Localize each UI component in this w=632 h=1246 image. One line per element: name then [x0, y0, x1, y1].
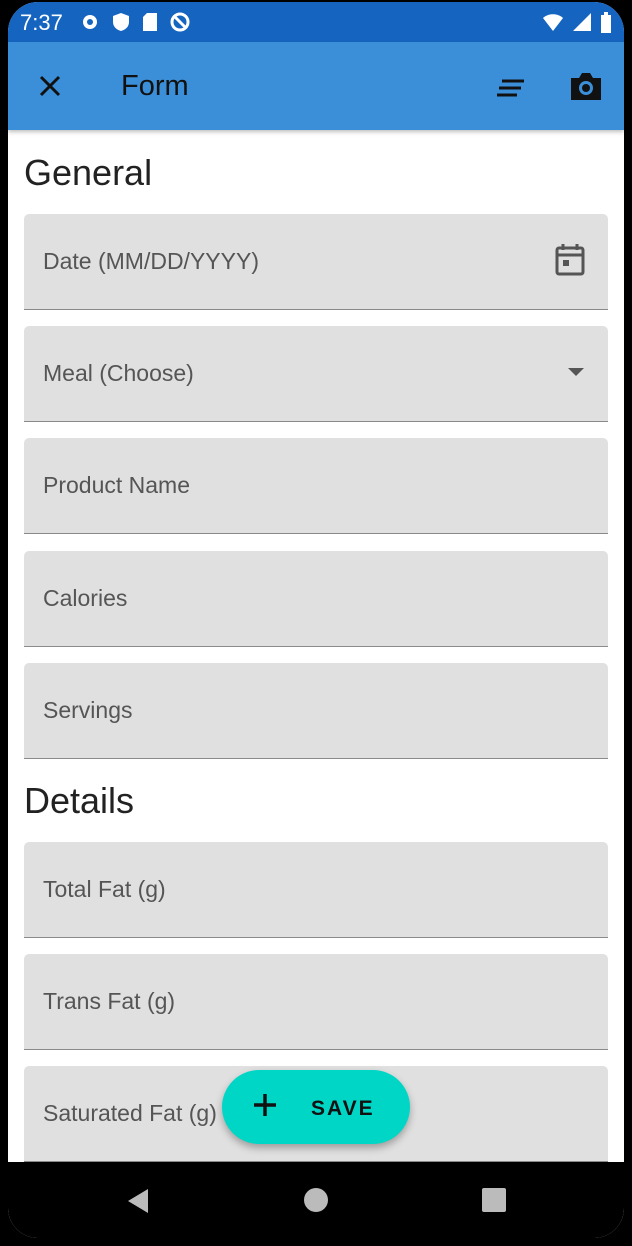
navigation-bar	[8, 1162, 624, 1238]
close-icon[interactable]	[34, 70, 66, 102]
save-button[interactable]: SAVE	[222, 1070, 410, 1144]
status-bar: 7:37	[8, 2, 624, 42]
recents-icon[interactable]	[482, 1188, 506, 1212]
shield-icon	[113, 13, 129, 31]
section-title-general: General	[24, 152, 153, 193]
calories-field[interactable]: Calories	[24, 551, 608, 647]
meal-select-label: Meal (Choose)	[43, 360, 194, 386]
form-content[interactable]: General Date (MM/DD/YYYY) Meal (Choose) …	[8, 130, 624, 1162]
servings-label: Servings	[43, 697, 133, 723]
meal-select[interactable]: Meal (Choose)	[24, 326, 608, 422]
sd-card-icon	[143, 13, 157, 31]
status-time: 7:37	[20, 10, 63, 35]
trans-fat-field[interactable]: Trans Fat (g)	[24, 954, 608, 1050]
notes-icon[interactable]	[494, 72, 526, 104]
date-field-label: Date (MM/DD/YYYY)	[43, 248, 259, 274]
save-button-label: SAVE	[311, 1097, 375, 1120]
app-bar: Form	[8, 42, 624, 130]
total-fat-field[interactable]: Total Fat (g)	[24, 842, 608, 938]
plus-icon	[254, 1094, 276, 1116]
wifi-icon	[543, 14, 563, 31]
settings-icon	[83, 15, 97, 29]
servings-field[interactable]: Servings	[24, 663, 608, 759]
do-not-disturb-icon	[170, 12, 190, 32]
product-name-label: Product Name	[43, 472, 191, 498]
product-name-field[interactable]: Product Name	[24, 438, 608, 534]
status-icons-right	[542, 12, 612, 34]
date-field[interactable]: Date (MM/DD/YYYY)	[24, 214, 608, 310]
battery-icon	[601, 12, 611, 33]
dropdown-arrow-icon[interactable]	[566, 366, 586, 378]
calories-label: Calories	[43, 585, 128, 611]
trans-fat-label: Trans Fat (g)	[43, 988, 176, 1014]
camera-icon[interactable]	[568, 68, 604, 104]
status-icons-left	[80, 12, 190, 32]
section-title-details: Details	[24, 780, 135, 821]
signal-icon	[573, 13, 591, 31]
phone-screen: 7:37 Form General Date (MM/DD/YYYY) Meal…	[8, 2, 624, 1238]
saturated-fat-label: Saturated Fat (g)	[43, 1100, 217, 1126]
page-title: Form	[121, 70, 189, 102]
total-fat-label: Total Fat (g)	[43, 876, 166, 902]
home-icon[interactable]	[304, 1188, 328, 1212]
calendar-icon[interactable]	[554, 242, 586, 278]
back-icon[interactable]	[126, 1188, 150, 1214]
